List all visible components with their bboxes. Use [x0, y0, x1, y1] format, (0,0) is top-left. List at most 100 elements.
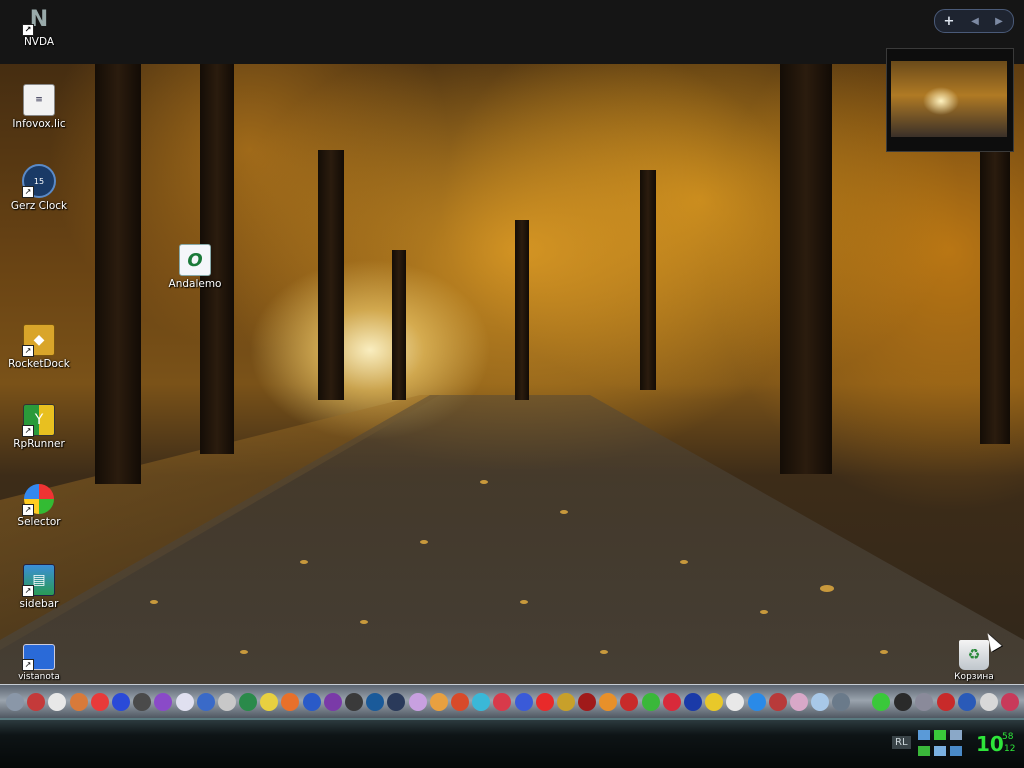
dock-item-icon[interactable] — [472, 693, 491, 711]
dock-item-icon[interactable] — [811, 693, 830, 711]
dock-item-icon[interactable] — [493, 693, 512, 711]
dock-item-icon[interactable] — [111, 693, 130, 711]
dock-item-icon[interactable] — [450, 693, 469, 711]
dock-item-icon[interactable] — [345, 693, 363, 711]
dock-item-icon[interactable] — [768, 693, 787, 711]
desktop-icon-infovox[interactable]: ≡ Infovox.lic — [3, 84, 75, 130]
desktop-icon-gerz-clock[interactable]: 15 ↗ Gerz Clock — [3, 164, 75, 212]
dock-item-icon[interactable] — [429, 693, 448, 711]
wallpaper-leaf — [150, 600, 158, 604]
dock-item-icon[interactable] — [620, 693, 639, 711]
dock-item-icon[interactable] — [27, 693, 46, 711]
shortcut-arrow-icon: ↗ — [22, 425, 34, 437]
tray-display-icon[interactable] — [918, 730, 930, 740]
dock-item-icon[interactable] — [872, 693, 890, 711]
dock-item-icon[interactable] — [196, 693, 215, 711]
dock-item-icon[interactable] — [915, 693, 933, 711]
clock-hour: 10 — [976, 732, 1004, 756]
workspace-preview[interactable] — [886, 48, 1014, 152]
tray-wifi-icon[interactable] — [918, 746, 930, 756]
tray-clock[interactable]: 10 58 12 — [976, 732, 1015, 756]
dock-item-icon[interactable] — [387, 693, 406, 711]
wallpaper-leaf — [420, 540, 428, 544]
dock-item-icon[interactable] — [578, 693, 597, 711]
desktop-icon-andalemo[interactable]: O Andalemo — [159, 244, 231, 290]
desktop-icon-label: Andalemo — [168, 278, 222, 290]
tray-network-icon[interactable] — [934, 730, 946, 740]
desktop[interactable]: + ◀ ▶ N ↗ NVDA ≡ Infovox.lic 15 ↗ Gerz Clo… — [0, 0, 1024, 768]
prev-workspace-button[interactable]: ◀ — [963, 16, 987, 27]
desktop-icon-label: sidebar — [19, 598, 59, 610]
dock-item-icon[interactable] — [217, 693, 236, 711]
tray-volume-icon[interactable] — [950, 730, 962, 740]
dock-item-icon[interactable] — [1001, 693, 1019, 711]
dock-item-icon[interactable] — [789, 693, 808, 711]
andalemo-icon: O — [179, 244, 211, 276]
add-workspace-button[interactable]: + — [935, 14, 963, 29]
dock-item-icon[interactable] — [556, 693, 575, 711]
dock-item-icon[interactable] — [239, 693, 258, 711]
dock-item-icon[interactable] — [936, 693, 955, 711]
dock-item-icon[interactable] — [662, 693, 681, 711]
gerz-clock-icon: 15 ↗ — [22, 164, 56, 198]
desktop-icon-rocketdock[interactable]: ◆ ↗ RocketDock — [3, 324, 75, 370]
dock-item-icon[interactable] — [323, 693, 342, 711]
dock-item-icon[interactable] — [6, 693, 24, 711]
shortcut-arrow-icon: ↗ — [22, 585, 34, 597]
shortcut-arrow-icon: ↗ — [22, 24, 34, 36]
dock-item-icon[interactable] — [705, 693, 724, 711]
desktop-icon-label: Infovox.lic — [12, 118, 66, 130]
wallpaper-leaf — [880, 650, 888, 654]
wallpaper-leaf — [520, 600, 528, 604]
dock-item-icon[interactable] — [514, 693, 533, 711]
workspace-preview-image — [891, 61, 1007, 137]
desktop-icon-rprunner[interactable]: Y ↗ RpRunner — [3, 404, 75, 450]
vistanota-icon: ↗ — [22, 644, 55, 671]
desktop-icon-selector[interactable]: ↗ Selector — [3, 484, 75, 528]
dock-item-icon[interactable] — [832, 693, 851, 711]
dock-item-icon[interactable] — [48, 693, 67, 711]
wallpaper-leaf — [360, 620, 368, 624]
dock-item-icon[interactable] — [260, 693, 279, 711]
wallpaper-trunk — [95, 64, 141, 484]
language-indicator[interactable]: RL — [892, 736, 911, 749]
dock-item-icon[interactable] — [69, 693, 88, 711]
dock-item-icon[interactable] — [893, 693, 912, 711]
tray-monitor-icon[interactable] — [934, 746, 946, 756]
dock-item-icon[interactable] — [979, 693, 998, 711]
desktop-icon-label: RocketDock — [8, 358, 70, 370]
dock-item-icon[interactable] — [366, 693, 385, 711]
dock-item-icon[interactable] — [408, 693, 427, 711]
wallpaper-leaf — [600, 650, 608, 654]
dock-item-icon[interactable] — [641, 693, 660, 711]
system-tray — [916, 728, 972, 762]
nvda-icon: N ↗ — [22, 4, 54, 36]
workspace-switcher: + ◀ ▶ — [934, 9, 1014, 33]
dock-item-icon[interactable] — [175, 693, 194, 711]
clock-second: 12 — [1004, 744, 1016, 754]
rprunner-icon: Y ↗ — [22, 404, 55, 437]
dock-item-icon[interactable] — [726, 693, 745, 711]
desktop-icon-nvda[interactable]: N ↗ NVDA — [3, 4, 75, 48]
desktop-icon-label: Gerz Clock — [10, 200, 68, 212]
wallpaper-leaf — [760, 610, 768, 614]
dock-item-icon[interactable] — [535, 693, 554, 711]
dock-item-icon[interactable] — [958, 693, 976, 711]
dock-item-icon[interactable] — [281, 693, 300, 711]
recycle-bin-icon: ♻ — [959, 640, 989, 670]
sidebar-icon: ▤ ↗ — [22, 564, 55, 597]
dock-item-icon[interactable] — [133, 693, 152, 711]
wallpaper-leaf — [680, 560, 688, 564]
dock-item-icon[interactable] — [90, 693, 109, 711]
desktop-icon-vistanota[interactable]: ↗ vistanota — [3, 644, 75, 682]
dock-item-icon[interactable] — [684, 693, 702, 711]
next-workspace-button[interactable]: ▶ — [987, 16, 1011, 27]
dock-item-icon[interactable] — [599, 693, 618, 711]
dock-item-icon[interactable] — [302, 693, 321, 711]
dock-item-icon[interactable] — [154, 693, 173, 711]
tray-app-icon[interactable] — [950, 746, 962, 756]
top-bar — [0, 0, 1024, 64]
desktop-icon-sidebar[interactable]: ▤ ↗ sidebar — [3, 564, 75, 610]
dock-item-icon[interactable] — [747, 693, 766, 711]
dock-items-right — [872, 688, 1023, 716]
